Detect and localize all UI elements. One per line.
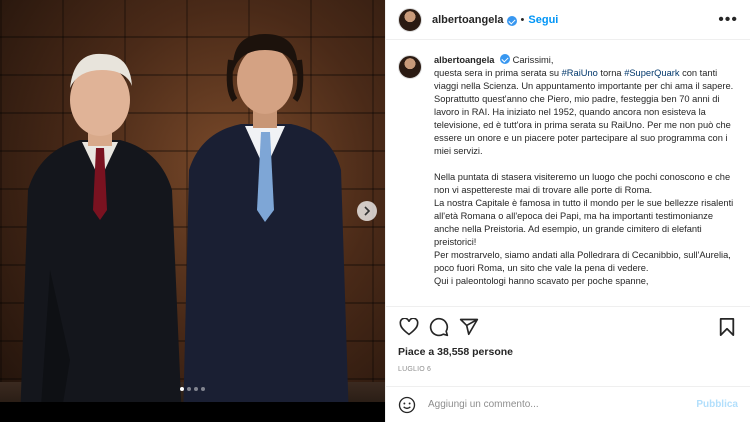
carousel-indicator (0, 387, 385, 391)
emoji-icon[interactable] (398, 396, 416, 414)
caption-line: La nostra Capitale è famosa in tutto il … (434, 198, 734, 247)
carousel-dot (194, 387, 198, 391)
avatar[interactable] (398, 7, 422, 32)
photo-person-right (183, 34, 349, 422)
paper-plane-icon (459, 318, 479, 335)
post-side-panel: albertoangela • Segui ••• albertoangela … (385, 0, 750, 422)
caption-line: Nella puntata di stasera visiteremo un l… (434, 172, 731, 195)
username-link[interactable]: albertoangela (432, 14, 504, 26)
chevron-right-icon (364, 206, 371, 216)
caption: albertoangela Carissimi, questa sera in … (386, 41, 750, 306)
post-date[interactable]: LUGLIO 6 (398, 366, 431, 373)
header-separator: • (520, 13, 525, 26)
action-bar (386, 306, 750, 346)
photo-person-left (20, 53, 182, 422)
save-button[interactable] (716, 316, 738, 338)
follow-button[interactable]: Segui (528, 14, 558, 26)
avatar[interactable] (398, 55, 422, 79)
bookmark-icon (719, 317, 735, 336)
verified-badge-icon (500, 54, 511, 64)
verified-badge-icon (506, 15, 517, 26)
like-button[interactable] (398, 316, 420, 338)
comment-input[interactable]: Aggiungi un commento... (428, 399, 696, 410)
instagram-post: albertoangela • Segui ••• albertoangela … (0, 0, 750, 422)
caption-username[interactable]: albertoangela (434, 55, 494, 65)
caption-line: Per mostrarvelo, siamo andati alla Polle… (434, 250, 731, 273)
more-options-icon[interactable]: ••• (718, 11, 738, 29)
post-photo[interactable] (0, 0, 385, 422)
comment-bar: Aggiungi un commento... Pubblica (386, 386, 750, 422)
share-button[interactable] (458, 316, 480, 338)
hashtag-link[interactable]: #RaiUno (562, 68, 598, 78)
caption-line: questa sera in prima serata su #RaiUno t… (434, 68, 734, 156)
next-slide-button[interactable] (357, 201, 377, 221)
heart-icon (399, 317, 419, 335)
caption-line: Qui i paleontologi hanno scavato per poc… (434, 276, 649, 286)
hashtag-link[interactable]: #SuperQuark (624, 68, 679, 78)
caption-line: Carissimi, (512, 55, 554, 65)
publish-button[interactable]: Pubblica (696, 399, 738, 410)
post-header: albertoangela • Segui ••• (386, 0, 750, 40)
comment-button[interactable] (428, 316, 450, 338)
carousel-dot (180, 387, 184, 391)
carousel-dot (187, 387, 191, 391)
comment-icon (429, 317, 449, 336)
carousel-dot (201, 387, 205, 391)
likes-count[interactable]: Piace a 38,558 persone (398, 346, 513, 358)
caption-text: albertoangela Carissimi, questa sera in … (434, 53, 738, 306)
